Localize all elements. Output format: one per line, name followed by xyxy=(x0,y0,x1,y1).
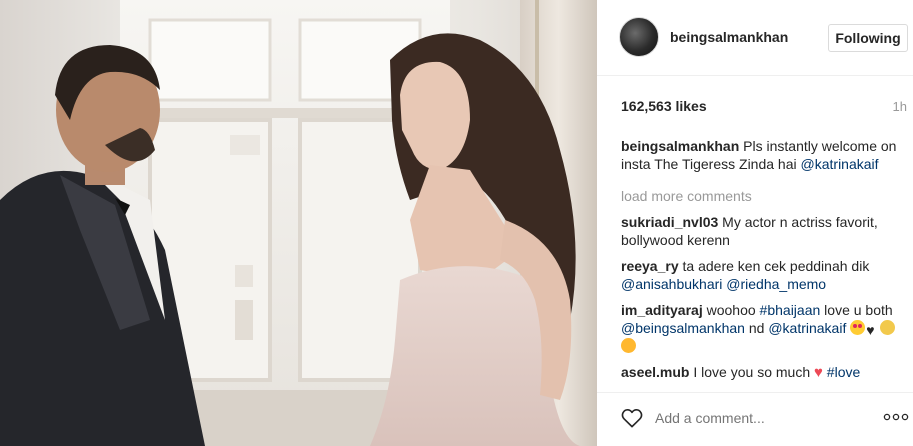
load-more-comments-link[interactable]: load more comments xyxy=(621,187,906,205)
comment-text: love u both xyxy=(824,302,893,318)
comment-mention[interactable]: @anisahbukhari xyxy=(621,276,722,292)
post-time[interactable]: 1h xyxy=(893,99,907,114)
heart-outline-icon[interactable] xyxy=(621,408,643,428)
comment-item: im_adityaraj woohoo #bhaijaan love u bot… xyxy=(621,301,906,355)
comments-viewport: 162,563 likes 1h beingsalmankhan Pls ins… xyxy=(597,0,913,392)
comment-mention[interactable]: @beingsalmankhan xyxy=(621,320,745,336)
caption-mention[interactable]: @katrinakaif xyxy=(801,156,879,172)
caption: beingsalmankhan Pls instantly welcome on… xyxy=(621,137,906,173)
add-comment-input[interactable] xyxy=(655,410,855,426)
comment-username[interactable]: sukriadi_nvl03 xyxy=(621,214,718,230)
comment-hashtag[interactable]: #bhaijaan xyxy=(760,302,821,318)
post-photo-illustration xyxy=(0,0,597,446)
more-options-icon[interactable] xyxy=(883,413,909,421)
post-footer xyxy=(597,392,913,446)
comment-username[interactable]: im_adityaraj xyxy=(621,302,703,318)
comment-mention[interactable]: @riedha_memo xyxy=(726,276,826,292)
comment-text: I love you so much xyxy=(693,364,811,380)
comment-text: ta adere ken cek peddinah dik xyxy=(682,258,870,274)
comment-username[interactable]: reeya_ry xyxy=(621,258,679,274)
grin-emoji-icon xyxy=(621,338,636,353)
black-heart-emoji-icon: ♥ xyxy=(866,322,875,338)
comment-hashtag[interactable]: #love xyxy=(827,364,860,380)
comment-item: reeya_ry ta adere ken cek peddinah dik @… xyxy=(621,257,906,293)
comment-mention[interactable]: @katrinakaif xyxy=(768,320,846,336)
post-photo[interactable] xyxy=(0,0,597,446)
comment-username[interactable]: aseel.mub xyxy=(621,364,689,380)
caption-username[interactable]: beingsalmankhan xyxy=(621,138,739,154)
comment-text: woohoo xyxy=(706,302,756,318)
smile-emoji-icon xyxy=(880,320,896,335)
heart-eyes-emoji-icon xyxy=(850,320,866,335)
likes-count[interactable]: 162,563 likes xyxy=(621,98,707,114)
red-heart-emoji-icon: ♥ xyxy=(814,364,823,381)
comment-text: nd xyxy=(748,320,765,336)
comments-list: beingsalmankhan Pls instantly welcome on… xyxy=(621,137,906,390)
comment-item: aseel.mub I love you so much ♥ #love xyxy=(621,363,906,382)
comment-item: sukriadi_nvl03 My actor n actriss favori… xyxy=(621,213,906,249)
post-side-panel: beingsalmankhan Following 162,563 likes … xyxy=(597,0,913,446)
